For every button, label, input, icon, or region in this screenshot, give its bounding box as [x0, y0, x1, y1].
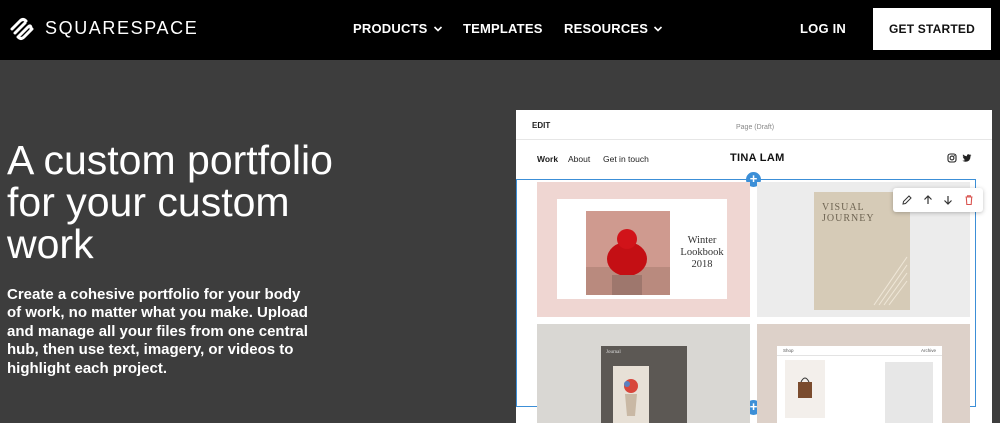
- mock-nav-about: About: [568, 154, 591, 164]
- mock-nav-get-in-touch: Get in touch: [603, 154, 649, 164]
- hero-title: A custom portfolio for your custom work: [7, 137, 333, 267]
- lookbook-card: Winter Lookbook 2018: [557, 199, 727, 299]
- squarespace-logo-icon: [10, 18, 34, 40]
- get-started-button[interactable]: GET STARTED: [873, 8, 991, 50]
- pencil-icon[interactable]: [901, 194, 913, 206]
- shop-card: Shop Archive: [777, 346, 942, 423]
- arrow-up-icon[interactable]: [922, 194, 934, 206]
- journal-photo: [613, 366, 649, 423]
- lookbook-title: Winter Lookbook 2018: [680, 235, 724, 270]
- mock-nav-work: Work: [537, 154, 559, 164]
- arrow-down-icon[interactable]: [942, 194, 954, 206]
- portfolio-tile-lookbook[interactable]: Winter Lookbook 2018: [537, 182, 750, 317]
- editor-mockup: EDIT Page (Draft) Work About Get in touc…: [516, 110, 992, 423]
- trash-icon[interactable]: [963, 194, 975, 206]
- twitter-icon: [962, 154, 972, 162]
- nav-resources-label: RESOURCES: [564, 21, 649, 36]
- hero-subtitle: Create a cohesive portfolio for your bod…: [7, 286, 308, 377]
- shop-divider: [777, 355, 942, 356]
- lookbook-photo: [586, 211, 670, 295]
- top-navigation: SQUARESPACE PRODUCTS TEMPLATES RESOURCES…: [0, 0, 1000, 60]
- brand-name: SQUARESPACE: [45, 17, 199, 38]
- editor-top-bar: EDIT Page (Draft): [516, 110, 992, 140]
- chevron-down-icon: [433, 25, 442, 32]
- edit-label: EDIT: [532, 121, 551, 130]
- nav-products[interactable]: PRODUCTS: [353, 21, 443, 36]
- portfolio-tile-journal[interactable]: Journal: [537, 324, 750, 423]
- shop-label: Shop: [783, 348, 794, 353]
- shop-item-photo: [885, 362, 933, 423]
- portfolio-tile-shop[interactable]: Shop Archive: [757, 324, 970, 423]
- mock-site-title: TINA LAM: [730, 152, 785, 164]
- login-label: LOG IN: [800, 21, 846, 36]
- nav-products-label: PRODUCTS: [353, 21, 428, 36]
- archive-label: Archive: [921, 348, 937, 353]
- nav-templates[interactable]: TEMPLATES: [463, 21, 543, 36]
- shop-item-bag: [785, 360, 825, 418]
- login-link[interactable]: LOG IN: [800, 21, 846, 36]
- block-toolbar: [893, 188, 983, 212]
- journal-card: Journal: [601, 346, 687, 423]
- brand-logo[interactable]: SQUARESPACE: [8, 14, 198, 42]
- journal-label: Journal: [606, 350, 621, 355]
- nav-resources[interactable]: RESOURCES: [564, 21, 663, 36]
- nav-templates-label: TEMPLATES: [463, 21, 543, 36]
- chevron-down-icon: [654, 25, 663, 32]
- instagram-icon: [947, 153, 957, 163]
- page-status: Page (Draft): [736, 124, 775, 131]
